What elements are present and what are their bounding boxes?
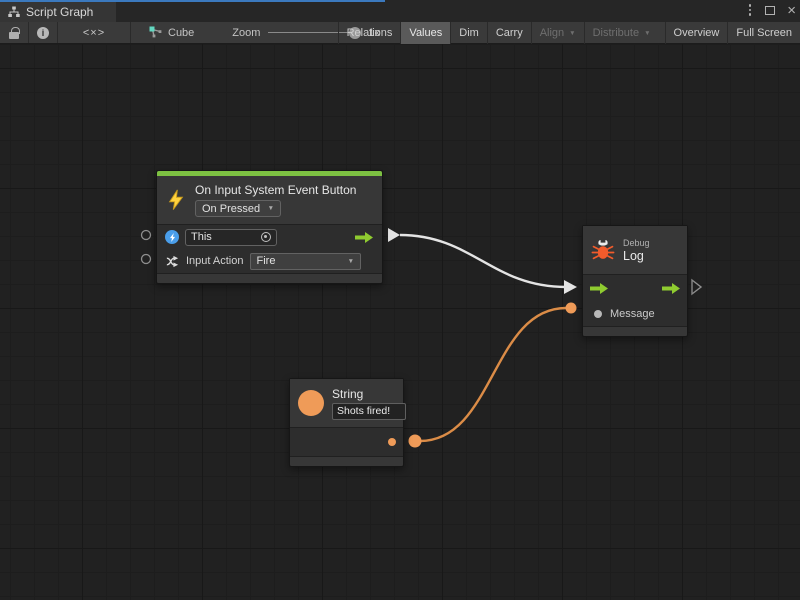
zoom-label: Zoom — [232, 27, 260, 39]
event-node-header[interactable]: On Input System Event Button On Pressed … — [157, 176, 382, 224]
string-node-body — [290, 427, 403, 456]
window-menu-icon[interactable] — [747, 2, 754, 18]
maximize-icon[interactable] — [765, 6, 775, 15]
fire-action-dropdown[interactable]: Fire ▼ — [250, 253, 362, 270]
string-output-row — [290, 428, 403, 456]
tab-script-graph[interactable]: Script Graph — [0, 2, 116, 22]
graph-context-label: Cube — [168, 27, 194, 39]
graph-context-breadcrumb[interactable]: Cube — [131, 22, 206, 43]
self-object-icon — [165, 230, 179, 244]
close-icon[interactable]: × — [787, 3, 796, 18]
values-button[interactable]: Values — [401, 22, 450, 44]
distribute-button[interactable]: Distribute▼ — [585, 22, 659, 44]
string-node-footer — [290, 456, 403, 466]
event-this-port-circle[interactable] — [142, 231, 151, 240]
control-wire[interactable] — [400, 235, 566, 287]
on-pressed-dropdown[interactable]: On Pressed ▼ — [195, 200, 281, 217]
control-wire-start-arrow[interactable] — [388, 228, 400, 242]
graph-toolbar: i <×> Cube Zoom 1x Relations Value — [0, 22, 800, 44]
toolbar-buttons: Relations Values Dim Carry Align▼ Distri… — [338, 22, 800, 44]
debug-node-title: Log — [623, 249, 650, 263]
info-icon: i — [37, 27, 49, 39]
debug-bug-icon — [591, 238, 615, 262]
control-wire-end-arrow[interactable] — [564, 280, 577, 294]
on-input-event-node[interactable]: On Input System Event Button On Pressed … — [156, 170, 383, 284]
message-port-dot[interactable] — [594, 310, 602, 318]
debug-log-node[interactable]: Debug Log Message — [582, 225, 688, 337]
value-wire[interactable] — [420, 308, 566, 441]
chevron-down-icon: ▼ — [268, 205, 274, 212]
dim-button[interactable]: Dim — [451, 22, 487, 44]
flow-output-arrow-icon[interactable] — [354, 231, 374, 244]
event-node-footer — [157, 273, 382, 283]
object-picker-icon[interactable] — [261, 232, 271, 242]
flow-input-arrow-icon[interactable] — [589, 282, 609, 295]
chevron-down-icon: ▼ — [569, 30, 575, 37]
debug-flow-row — [583, 275, 687, 302]
inspect-button[interactable]: i — [29, 22, 57, 43]
overview-button[interactable]: Overview — [666, 22, 728, 44]
string-node-header[interactable]: String Shots fired! — [290, 379, 403, 427]
string-node-title: String — [332, 387, 406, 401]
string-literal-node[interactable]: String Shots fired! — [289, 378, 404, 467]
this-target-field[interactable]: This — [185, 229, 277, 246]
event-action-port-circle[interactable] — [142, 255, 151, 264]
lightning-icon — [165, 189, 187, 211]
input-action-icon — [165, 254, 180, 269]
full-screen-button[interactable]: Full Screen — [728, 22, 800, 44]
debug-output-port-triangle[interactable] — [692, 280, 701, 294]
value-preview-button[interactable]: <×> — [58, 22, 130, 43]
debug-node-category: Debug — [623, 238, 650, 248]
message-port-row[interactable]: Message — [583, 302, 687, 326]
message-input-connection-dot[interactable] — [566, 303, 577, 314]
script-graph-asset-icon — [149, 26, 162, 39]
lock-button[interactable] — [0, 22, 28, 43]
graph-hierarchy-icon — [8, 6, 20, 18]
lock-icon — [9, 32, 19, 39]
event-node-title: On Input System Event Button — [195, 183, 356, 197]
titlebar: Script Graph × — [0, 0, 800, 22]
string-output-port-dot[interactable] — [388, 438, 396, 446]
flow-output-arrow-icon[interactable] — [661, 282, 681, 295]
chevron-down-icon: ▼ — [348, 258, 354, 265]
string-type-icon — [298, 390, 324, 416]
graph-canvas[interactable]: On Input System Event Button On Pressed … — [0, 44, 800, 600]
debug-node-body: Message — [583, 274, 687, 326]
carry-button[interactable]: Carry — [488, 22, 531, 44]
input-action-port-row: Input Action Fire ▼ — [157, 249, 382, 273]
align-button[interactable]: Align▼ — [532, 22, 584, 44]
script-graph-window: Script Graph × i <×> Cube Zoom — [0, 0, 800, 600]
this-port-row: This — [157, 225, 382, 249]
string-output-connection-dot[interactable] — [409, 435, 422, 448]
debug-node-footer — [583, 326, 687, 336]
tab-title: Script Graph — [26, 5, 93, 19]
string-value-field[interactable]: Shots fired! — [332, 403, 406, 420]
message-port-label: Message — [610, 308, 655, 320]
event-node-body: This Input Action — [157, 224, 382, 273]
chevron-down-icon: ▼ — [644, 30, 650, 37]
input-action-label: Input Action — [186, 255, 244, 267]
window-controls: × — [747, 0, 796, 20]
relations-button[interactable]: Relations — [339, 22, 401, 44]
debug-node-header[interactable]: Debug Log — [583, 226, 687, 274]
